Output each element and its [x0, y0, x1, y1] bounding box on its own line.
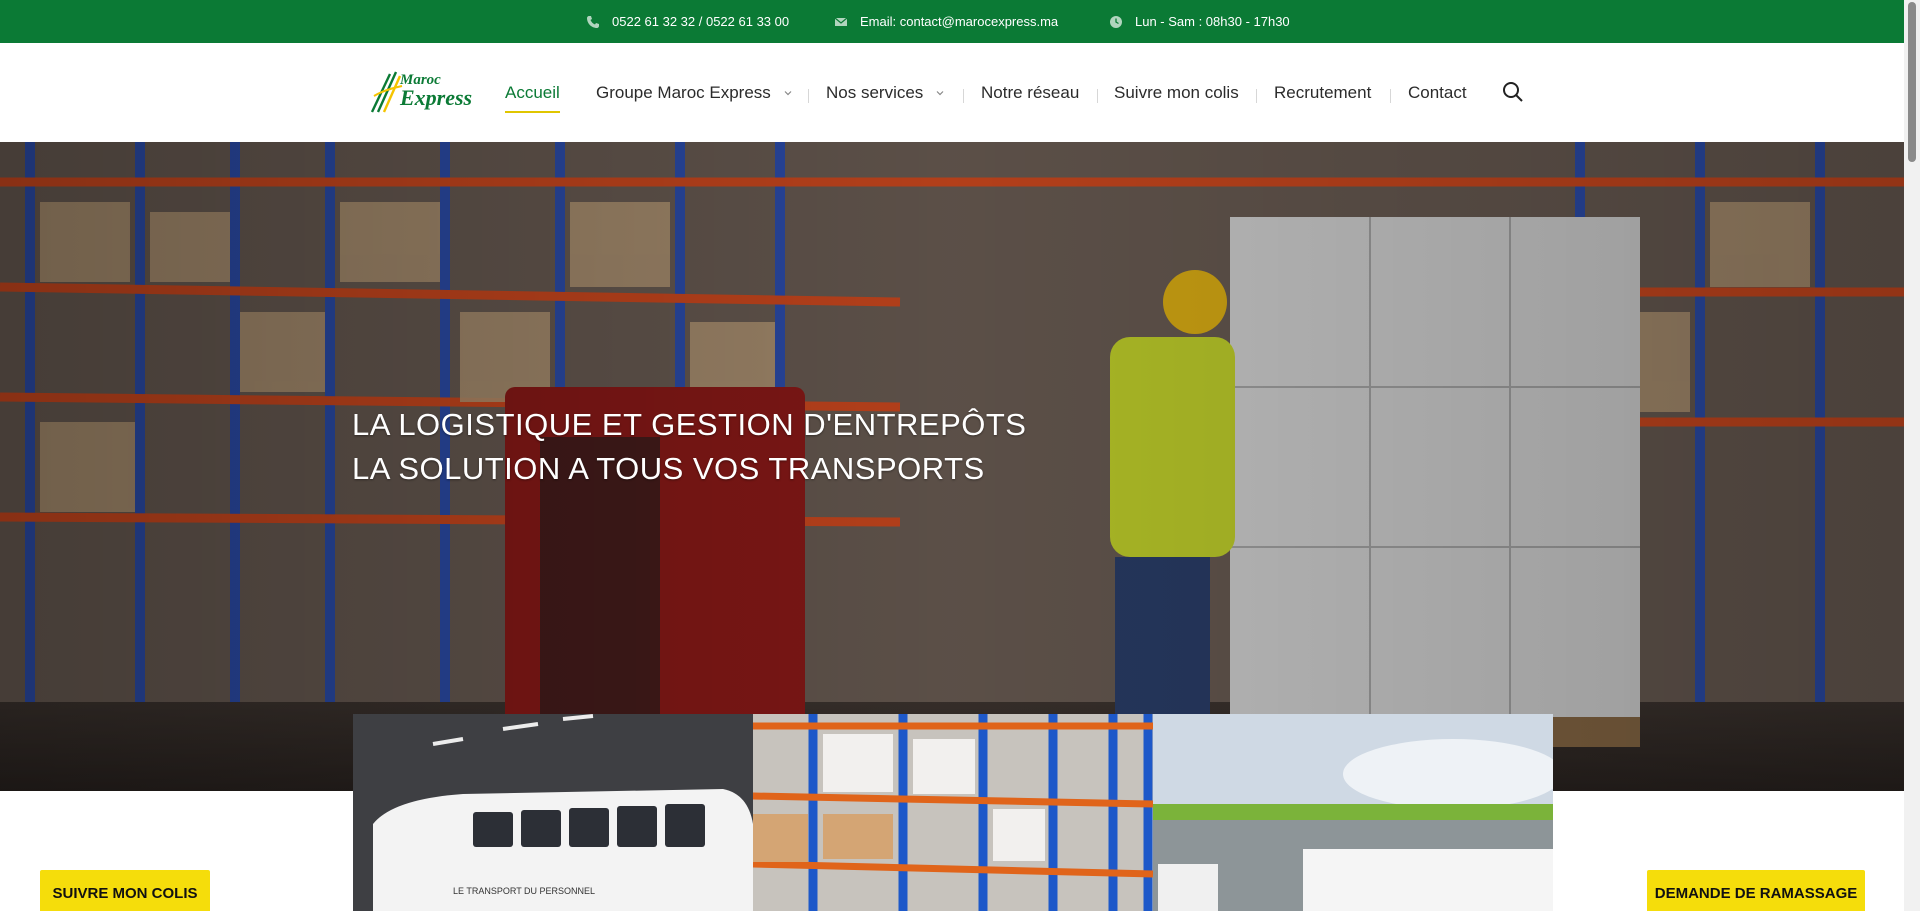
search-icon[interactable]: [1501, 80, 1525, 104]
hero-line-1: LA LOGISTIQUE ET GESTION D'ENTREPÔTS: [352, 407, 1027, 442]
email-contact[interactable]: Email: contact@marocexpress.ma: [834, 0, 1058, 43]
hours-text: Lun - Sam : 08h30 - 17h30: [1135, 14, 1290, 29]
hero-banner: LA LOGISTIQUE ET GESTION D'ENTREPÔTS LA …: [0, 142, 1904, 791]
nav-item-accueil[interactable]: Accueil: [505, 83, 560, 113]
nav-divider: [1097, 89, 1098, 103]
site-header: Maroc Express Accueil Groupe Maroc Expre…: [0, 43, 1904, 142]
nav-item-reseau[interactable]: Notre réseau: [981, 83, 1079, 103]
chevron-down-icon: [935, 88, 945, 98]
nav-label: Notre réseau: [981, 83, 1080, 102]
main-navigation: Accueil Groupe Maroc Express Nos service…: [0, 43, 1904, 142]
nav-label: Accueil: [505, 83, 560, 102]
nav-label: Nos services: [826, 83, 924, 102]
page-scrollbar[interactable]: [1904, 0, 1920, 911]
nav-divider: [1256, 89, 1257, 103]
phone-numbers: 0522 61 32 32 / 0522 61 33 00: [612, 14, 790, 29]
scrollbar-thumb[interactable]: [1908, 2, 1916, 162]
service-card-personnel[interactable]: LE TRANSPORT DU PERSONNEL: [353, 714, 753, 911]
nav-label: Contact: [1408, 83, 1467, 102]
nav-item-services[interactable]: Nos services: [826, 83, 945, 103]
nav-label: Recrutement: [1274, 83, 1372, 102]
nav-item-recrutement[interactable]: Recrutement: [1274, 83, 1371, 103]
minibus-image: LE TRANSPORT DU PERSONNEL: [353, 714, 753, 911]
phone-contact[interactable]: 0522 61 32 32 / 0522 61 33 00: [586, 0, 789, 43]
warehouse-racks-image: [753, 714, 1153, 911]
opening-hours: Lun - Sam : 08h30 - 17h30: [1109, 0, 1290, 43]
track-parcel-button[interactable]: SUIVRE MON COLIS: [40, 870, 210, 911]
nav-divider: [963, 89, 964, 103]
hero-title: LA LOGISTIQUE ET GESTION D'ENTREPÔTS LA …: [352, 403, 1026, 491]
nav-item-contact[interactable]: Contact: [1408, 83, 1467, 103]
truck-depot-image: [1153, 714, 1553, 911]
email-address: Email: contact@marocexpress.ma: [860, 14, 1059, 29]
phone-icon: [586, 15, 600, 29]
minibus-caption: LE TRANSPORT DU PERSONNEL: [453, 886, 595, 896]
nav-label: Groupe Maroc Express: [596, 83, 771, 102]
chevron-down-icon: [783, 88, 793, 98]
service-card-logistique[interactable]: [753, 714, 1153, 911]
service-cards: LE TRANSPORT DU PERSONNEL: [353, 714, 1553, 911]
envelope-icon: [834, 15, 848, 29]
nav-divider: [808, 89, 809, 103]
hero-line-2: LA SOLUTION A TOUS VOS TRANSPORTS: [352, 451, 985, 486]
pickup-request-button[interactable]: DEMANDE DE RAMASSAGE: [1647, 870, 1865, 911]
clock-icon: [1109, 15, 1123, 29]
nav-label: Suivre mon colis: [1114, 83, 1239, 102]
nav-item-suivre[interactable]: Suivre mon colis: [1114, 83, 1239, 103]
service-card-transport[interactable]: [1153, 714, 1553, 911]
nav-divider: [1390, 89, 1391, 103]
nav-item-groupe[interactable]: Groupe Maroc Express: [596, 83, 793, 103]
top-contact-bar: 0522 61 32 32 / 0522 61 33 00 Email: con…: [0, 0, 1904, 43]
